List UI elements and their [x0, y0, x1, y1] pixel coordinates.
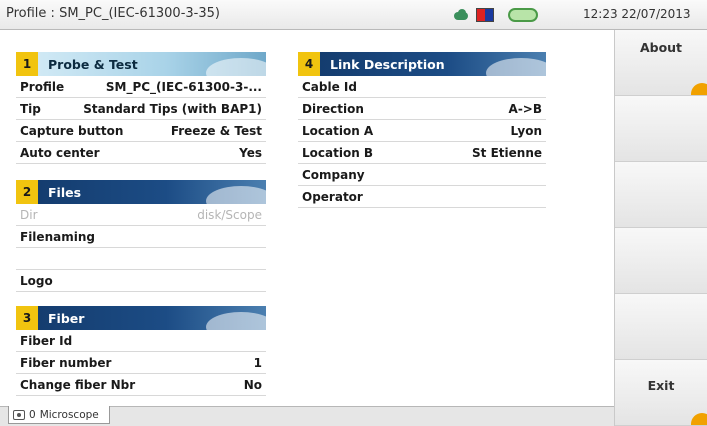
side-menu: About Exit	[614, 30, 707, 426]
softkey-2[interactable]	[615, 96, 707, 162]
app-window: Profile : SM_PC_(IEC-61300-3-35) 12:23 2…	[0, 0, 707, 426]
tab-bar: 0 Microscope	[0, 406, 614, 426]
row-filenaming[interactable]: Filenaming	[16, 226, 266, 248]
about-button[interactable]: About	[615, 30, 707, 96]
panel-title: Link Description	[330, 56, 445, 72]
status-icons	[452, 6, 538, 24]
panel-probe-test: 1 Probe & Test Profile SM_PC_(IEC-61300-…	[16, 52, 266, 164]
row-capture-button[interactable]: Capture button Freeze & Test	[16, 120, 266, 142]
panel-number: 1	[16, 52, 38, 76]
panel-header[interactable]: 3 Fiber	[16, 306, 266, 330]
panel-title: Fiber	[48, 310, 85, 326]
row-dir: Dir disk/Scope	[16, 204, 266, 226]
panel-number: 3	[16, 306, 38, 330]
row-blank[interactable]	[16, 248, 266, 270]
battery-icon	[508, 8, 538, 22]
panel-link-description: 4 Link Description Cable Id Direction A-…	[298, 52, 546, 208]
panel-number: 2	[16, 180, 38, 204]
row-change-fiber-nbr[interactable]: Change fiber Nbr No	[16, 374, 266, 396]
clock: 12:23 22/07/2013	[583, 7, 691, 21]
tab-label: Microscope	[39, 408, 99, 421]
row-direction[interactable]: Direction A->B	[298, 98, 546, 120]
page-title: Profile : SM_PC_(IEC-61300-3-35)	[6, 6, 220, 21]
flag-icon	[476, 8, 494, 22]
row-profile[interactable]: Profile SM_PC_(IEC-61300-3-...	[16, 76, 266, 98]
panel-header[interactable]: 2 Files	[16, 180, 266, 204]
panel-title: Files	[48, 184, 82, 200]
softkey-3[interactable]	[615, 162, 707, 228]
corner-accent-icon	[691, 413, 707, 425]
softkey-4[interactable]	[615, 228, 707, 294]
corner-accent-icon	[691, 83, 707, 95]
row-operator[interactable]: Operator	[298, 186, 546, 208]
exit-button-label: Exit	[647, 378, 675, 393]
softkey-5[interactable]	[615, 294, 707, 360]
about-button-label: About	[639, 40, 683, 55]
cloud-icon	[452, 9, 470, 21]
panel-number: 4	[298, 52, 320, 76]
title-bar: Profile : SM_PC_(IEC-61300-3-35) 12:23 2…	[0, 0, 707, 30]
tab-microscope[interactable]: 0 Microscope	[8, 406, 110, 424]
microscope-icon	[13, 409, 25, 420]
panel-fiber: 3 Fiber Fiber Id Fiber number 1 Change f…	[16, 306, 266, 396]
row-location-b[interactable]: Location B St Etienne	[298, 142, 546, 164]
row-location-a[interactable]: Location A Lyon	[298, 120, 546, 142]
row-auto-center[interactable]: Auto center Yes	[16, 142, 266, 164]
row-company[interactable]: Company	[298, 164, 546, 186]
main-content: 1 Probe & Test Profile SM_PC_(IEC-61300-…	[0, 30, 614, 406]
row-cable-id[interactable]: Cable Id	[298, 76, 546, 98]
row-fiber-number[interactable]: Fiber number 1	[16, 352, 266, 374]
panel-header[interactable]: 4 Link Description	[298, 52, 546, 76]
panel-title: Probe & Test	[48, 56, 138, 72]
exit-button[interactable]: Exit	[615, 360, 707, 426]
panel-header[interactable]: 1 Probe & Test	[16, 52, 266, 76]
row-logo[interactable]: Logo	[16, 270, 266, 292]
row-fiber-id[interactable]: Fiber Id	[16, 330, 266, 352]
row-tip[interactable]: Tip Standard Tips (with BAP1)	[16, 98, 266, 120]
panel-files: 2 Files Dir disk/Scope Filenaming Logo	[16, 180, 266, 292]
tab-badge: 0	[29, 408, 36, 421]
